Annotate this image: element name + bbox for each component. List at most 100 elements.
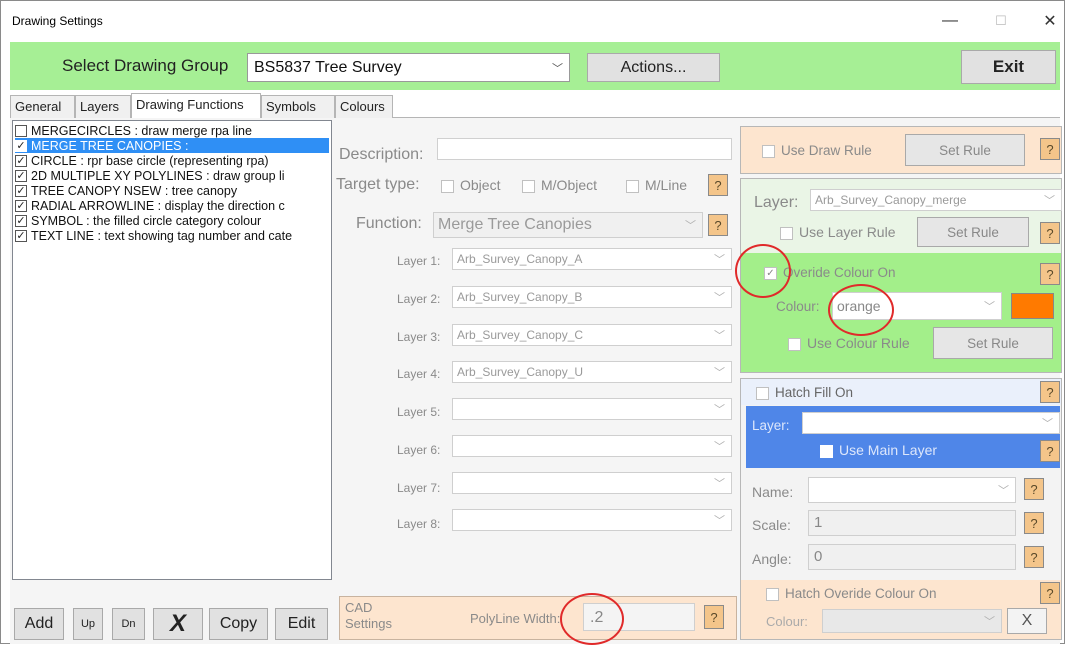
function-label: Function: [356,215,422,232]
exit-button[interactable]: Exit [961,50,1056,84]
layer-select[interactable]: Arb_Survey_Canopy_B ﹀ [452,286,732,308]
checkbox[interactable]: ✓ [15,184,27,197]
layer-select[interactable]: Arb_Survey_Canopy_C ﹀ [452,324,732,346]
layer-label: Layer 4: [397,367,441,381]
layer-label: Layer 7: [397,481,441,495]
minimize-button[interactable]: — [935,8,965,34]
list-item[interactable]: ✓ TREE CANOPY NSEW : tree canopy [15,183,329,198]
hatch-override-option[interactable]: Hatch Overide Colour On [766,586,937,601]
tab-drawing-functions[interactable]: Drawing Functions [131,93,261,118]
hatch-fill-option[interactable]: Hatch Fill On [756,385,853,400]
list-item[interactable]: ✓ 2D MULTIPLE XY POLYLINES : draw group l… [15,168,329,183]
checkbox[interactable]: ✓ [15,199,27,212]
add-button[interactable]: Add [14,608,64,640]
checkbox[interactable] [626,179,639,193]
layer-select[interactable]: Arb_Survey_Canopy_A ﹀ [452,248,732,270]
target-type-label: Target type: [336,176,420,193]
use-layer-rule-option[interactable]: Use Layer Rule [780,224,896,240]
list-item[interactable]: ✓ MERGE TREE CANOPIES : [15,138,329,153]
help-button[interactable]: ? [1040,440,1060,462]
maximize-button[interactable]: ☐ [986,8,1016,34]
layer-select[interactable]: ﹀ [452,472,732,494]
drawing-group-select[interactable]: BS5837 Tree Survey ﹀ [247,53,570,82]
layer-label: Layer 3: [397,330,441,344]
description-input[interactable] [437,138,732,160]
window-title: Drawing Settings [12,14,103,28]
copy-button[interactable]: Copy [209,608,268,640]
help-button[interactable]: ? [1024,478,1044,500]
close-button[interactable]: ✕ [1035,8,1065,34]
chevron-down-icon: ﹀ [984,616,995,628]
list-item[interactable]: ✓ SYMBOL : the filled circle category col… [15,213,329,228]
tab-general[interactable]: General [10,95,75,118]
function-select[interactable]: Merge Tree Canopies ﹀ [433,212,703,238]
checkbox[interactable] [788,337,801,351]
help-button[interactable]: ? [1040,582,1060,604]
use-colour-rule-option[interactable]: Use Colour Rule [788,335,910,351]
functions-list[interactable]: MERGECIRCLES : draw merge rpa line ✓ MERG… [12,120,332,580]
target-object-option[interactable]: Object [441,177,500,193]
checkbox[interactable] [780,226,793,240]
list-item[interactable]: ✓ TEXT LINE : text showing tag number and… [15,228,329,243]
cad-settings-label: CAD Settings [345,600,392,631]
hatch-angle-label: Angle: [752,551,792,567]
set-layer-rule-button[interactable]: Set Rule [917,217,1029,247]
hatch-scale-input[interactable]: 1 [808,510,1016,536]
help-button[interactable]: ? [1040,263,1060,285]
help-button[interactable]: ? [704,605,724,629]
tab-layers[interactable]: Layers [75,95,131,118]
checkbox[interactable] [15,124,27,137]
list-item[interactable]: ✓ CIRCLE : rpr base circle (representing … [15,153,329,168]
help-button[interactable]: ? [708,214,728,236]
hatch-name-select[interactable]: ﹀ [808,477,1016,503]
hatch-colour-select[interactable]: ﹀ [822,609,1002,633]
layer-label: Layer 2: [397,292,441,306]
checkbox[interactable] [820,444,833,458]
checkbox[interactable] [756,386,769,400]
chevron-down-icon: ﹀ [552,62,563,75]
layer-select[interactable]: Arb_Survey_Canopy_merge ﹀ [810,189,1062,211]
hatch-layer-select[interactable]: ﹀ [802,412,1060,434]
tab-symbols[interactable]: Symbols [261,95,335,118]
checkbox[interactable]: ✓ [15,169,27,182]
help-button[interactable]: ? [1040,222,1060,244]
layer-select[interactable]: ﹀ [452,435,732,457]
checkbox[interactable] [762,144,775,158]
checkbox[interactable] [522,179,535,193]
set-colour-rule-button[interactable]: Set Rule [933,327,1053,359]
delete-button[interactable]: X [153,608,203,640]
set-draw-rule-button[interactable]: Set Rule [905,134,1025,166]
edit-button[interactable]: Edit [275,608,328,640]
chevron-down-icon: ﹀ [714,404,725,416]
help-button[interactable]: ? [1040,381,1060,403]
help-button[interactable]: ? [1024,512,1044,534]
list-item[interactable]: ✓ RADIAL ARROWLINE : display the directio… [15,198,329,213]
checkbox[interactable]: ✓ [15,214,27,227]
checkbox[interactable] [441,179,454,193]
layer-label: Layer: [754,194,799,211]
layer-select[interactable]: ﹀ [452,509,732,531]
checkbox[interactable]: ✓ [15,154,27,167]
help-button[interactable]: ? [1040,138,1060,160]
layer-select[interactable]: ﹀ [452,398,732,420]
hatch-angle-input[interactable]: 0 [808,544,1016,570]
target-mline-option[interactable]: M/Line [626,177,687,193]
use-draw-rule-option[interactable]: Use Draw Rule [762,143,872,158]
title-bar [1,1,1064,42]
chevron-down-icon: ﹀ [714,330,725,342]
move-up-button[interactable]: Up [73,608,103,640]
checkbox[interactable] [766,587,779,601]
checkbox[interactable]: ✓ [15,229,27,242]
checkbox[interactable]: ✓ [15,139,27,152]
move-down-button[interactable]: Dn [112,608,145,640]
target-mobject-option[interactable]: M/Object [522,177,597,193]
colour-swatch[interactable] [1011,293,1054,319]
tab-colours[interactable]: Colours [335,95,393,118]
help-button[interactable]: ? [708,174,728,196]
actions-button[interactable]: Actions... [587,53,720,82]
help-button[interactable]: ? [1024,546,1044,568]
layer-select[interactable]: Arb_Survey_Canopy_U ﹀ [452,361,732,383]
use-main-layer-option[interactable]: Use Main Layer [820,442,937,458]
clear-colour-button[interactable]: X [1007,608,1047,634]
list-item[interactable]: MERGECIRCLES : draw merge rpa line [15,123,329,138]
